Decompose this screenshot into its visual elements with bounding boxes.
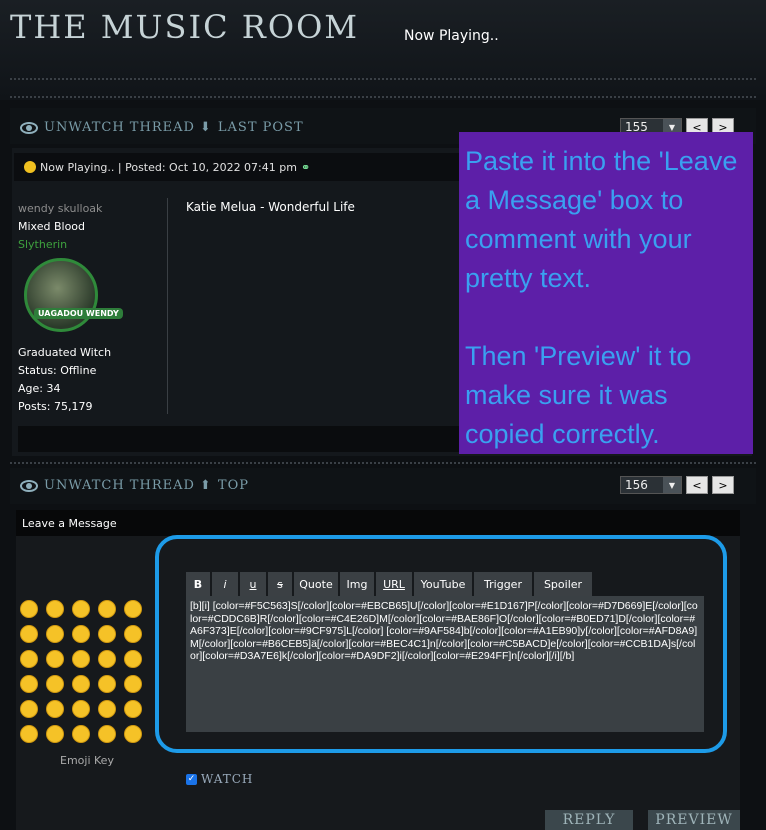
emoji-icon[interactable]	[124, 625, 142, 643]
prev-page-button[interactable]: <	[686, 476, 708, 494]
emoji-icon[interactable]	[124, 675, 142, 693]
preview-button[interactable]: PREVIEW	[648, 810, 740, 830]
emoji-icon[interactable]	[72, 600, 90, 618]
emoji-icon[interactable]	[46, 700, 64, 718]
emoji-icon[interactable]	[72, 725, 90, 743]
spoiler-button[interactable]: Spoiler	[534, 572, 592, 596]
page-select[interactable]: 156 ▼	[620, 476, 682, 494]
emoji-icon[interactable]	[72, 675, 90, 693]
emoji-icon[interactable]	[98, 600, 116, 618]
emoji-icon[interactable]	[124, 700, 142, 718]
strike-button[interactable]: s	[268, 572, 292, 596]
unwatch-thread-label: UNWATCH THREAD	[44, 478, 195, 493]
site-title[interactable]: THE MUSIC ROOM	[10, 8, 359, 46]
pagination-bottom: 156 ▼ < >	[620, 476, 734, 494]
emoji-icon[interactable]	[72, 650, 90, 668]
italic-button[interactable]: i	[212, 572, 238, 596]
emoji-icon[interactable]	[98, 700, 116, 718]
divider	[10, 462, 756, 464]
house: Slytherin	[18, 238, 68, 251]
emoji-icon[interactable]	[98, 650, 116, 668]
top-link[interactable]: ⬆ TOP	[200, 478, 249, 493]
underline-button[interactable]: u	[240, 572, 266, 596]
blood-status: Mixed Blood	[18, 220, 86, 233]
unwatch-thread-link[interactable]: UNWATCH THREAD	[20, 478, 195, 493]
emoji-icon[interactable]	[72, 625, 90, 643]
emoji-icon[interactable]	[46, 625, 64, 643]
trigger-button[interactable]: Trigger	[474, 572, 532, 596]
emoji-icon[interactable]	[46, 675, 64, 693]
emoji-icon[interactable]	[124, 650, 142, 668]
divider	[10, 96, 756, 98]
post-divider	[167, 198, 168, 414]
watch-checkbox-row[interactable]: ✓ WATCH	[186, 772, 253, 786]
user-rank: Graduated Witch	[18, 346, 112, 359]
emoji-icon[interactable]	[72, 700, 90, 718]
post-body: Katie Melua - Wonderful Life	[186, 200, 355, 214]
emoji-icon[interactable]	[98, 675, 116, 693]
emoji-icon[interactable]	[20, 675, 38, 693]
last-post-link[interactable]: ⬇ LAST POST	[200, 120, 304, 135]
emoji-key-label[interactable]: Emoji Key	[60, 754, 114, 767]
last-post-label: LAST POST	[217, 120, 304, 135]
emoji-icon[interactable]	[20, 700, 38, 718]
eye-icon	[20, 479, 38, 492]
unwatch-thread-label: UNWATCH THREAD	[44, 120, 195, 135]
avatar-badge: UAGADOU WENDY	[34, 308, 123, 319]
youtube-button[interactable]: YouTube	[414, 572, 472, 596]
user-age: Age: 34	[18, 382, 61, 395]
top-label: TOP	[217, 478, 249, 493]
quote-button[interactable]: Quote	[294, 572, 338, 596]
smiley-icon	[24, 161, 36, 173]
post-meta: Now Playing.. | Posted: Oct 10, 2022 07:…	[40, 160, 297, 174]
emoji-icon[interactable]	[98, 725, 116, 743]
user-posts: Posts: 75,179	[18, 400, 93, 413]
editor-toolbar: B i u s Quote Img URL YouTube Trigger Sp…	[186, 572, 592, 596]
checkbox-checked-icon[interactable]: ✓	[186, 773, 197, 785]
emoji-icon[interactable]	[124, 600, 142, 618]
url-button[interactable]: URL	[376, 572, 412, 596]
link-icon[interactable]: ⚭	[301, 161, 310, 174]
leave-message-title: Leave a Message	[22, 516, 117, 530]
emoji-icon[interactable]	[98, 625, 116, 643]
down-arrow-icon: ⬇	[200, 120, 212, 135]
img-button[interactable]: Img	[340, 572, 374, 596]
message-textarea[interactable]: [b][i] [color=#F5C563]S[/color][color=#E…	[186, 596, 704, 732]
emoji-icon[interactable]	[46, 650, 64, 668]
next-page-button[interactable]: >	[712, 476, 734, 494]
avatar	[24, 258, 98, 332]
emoji-icon[interactable]	[46, 600, 64, 618]
instruction-overlay: Paste it into the 'Leave a Message' box …	[459, 132, 753, 454]
page-subtitle: Now Playing..	[404, 28, 499, 44]
unwatch-thread-link[interactable]: UNWATCH THREAD	[20, 120, 195, 135]
username[interactable]: wendy skulloak	[18, 202, 102, 215]
emoji-icon[interactable]	[124, 725, 142, 743]
emoji-icon[interactable]	[20, 625, 38, 643]
user-status: Status: Offline	[18, 364, 97, 377]
leave-message-header: Leave a Message	[16, 510, 740, 536]
emoji-icon[interactable]	[46, 725, 64, 743]
emoji-icon[interactable]	[20, 725, 38, 743]
divider	[10, 78, 756, 80]
up-arrow-icon: ⬆	[200, 478, 212, 493]
emoji-icon[interactable]	[20, 600, 38, 618]
reply-button[interactable]: REPLY	[545, 810, 633, 830]
chevron-down-icon: ▼	[663, 477, 681, 493]
watch-label: WATCH	[201, 772, 254, 786]
emoji-grid	[20, 600, 150, 743]
bold-button[interactable]: B	[186, 572, 210, 596]
emoji-icon[interactable]	[20, 650, 38, 668]
eye-icon	[20, 121, 38, 134]
page-number: 156	[625, 478, 648, 492]
